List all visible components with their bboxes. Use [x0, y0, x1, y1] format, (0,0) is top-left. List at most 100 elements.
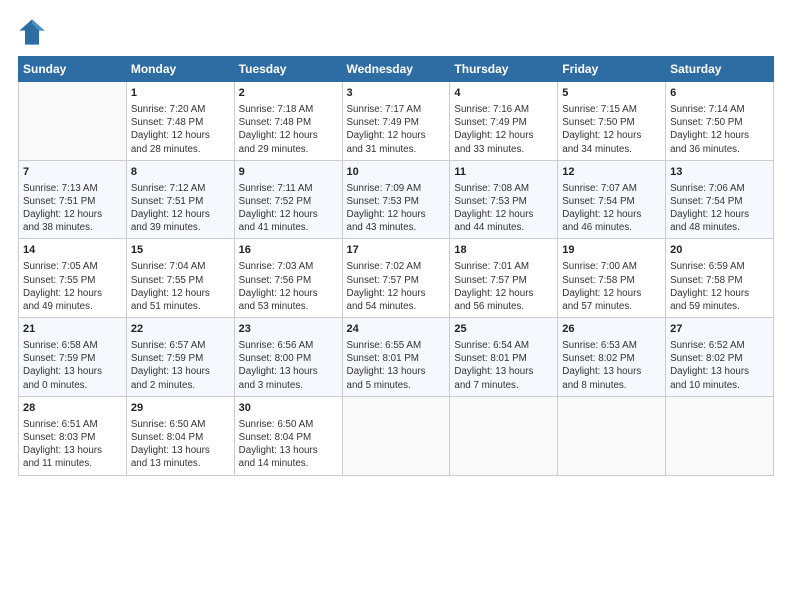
col-header-wednesday: Wednesday	[342, 57, 450, 82]
col-header-thursday: Thursday	[450, 57, 558, 82]
calendar-cell: 15 Sunrise: 7:04 AM Sunset: 7:55 PM Dayli…	[126, 239, 234, 318]
day-info: Sunrise: 7:14 AM Sunset: 7:50 PM Dayligh…	[670, 103, 769, 156]
calendar-cell: 17 Sunrise: 7:02 AM Sunset: 7:57 PM Dayli…	[342, 239, 450, 318]
page-container: SundayMondayTuesdayWednesdayThursdayFrid…	[0, 0, 792, 486]
logo-icon	[18, 18, 46, 46]
day-info: Sunrise: 7:07 AM Sunset: 7:54 PM Dayligh…	[562, 182, 661, 235]
day-number: 10	[347, 165, 446, 180]
day-number: 24	[347, 322, 446, 337]
day-info: Sunrise: 6:59 AM Sunset: 7:58 PM Dayligh…	[670, 260, 769, 313]
day-number: 29	[131, 401, 230, 416]
day-info: Sunrise: 7:02 AM Sunset: 7:57 PM Dayligh…	[347, 260, 446, 313]
calendar-week-5: 28 Sunrise: 6:51 AM Sunset: 8:03 PM Dayli…	[19, 396, 774, 475]
day-number: 20	[670, 243, 769, 258]
day-info: Sunrise: 7:12 AM Sunset: 7:51 PM Dayligh…	[131, 182, 230, 235]
calendar-cell: 23 Sunrise: 6:56 AM Sunset: 8:00 PM Dayli…	[234, 318, 342, 397]
day-number: 17	[347, 243, 446, 258]
day-info: Sunrise: 7:18 AM Sunset: 7:48 PM Dayligh…	[239, 103, 338, 156]
day-info: Sunrise: 7:03 AM Sunset: 7:56 PM Dayligh…	[239, 260, 338, 313]
day-number: 9	[239, 165, 338, 180]
calendar-cell	[558, 396, 666, 475]
day-number: 7	[23, 165, 122, 180]
day-info: Sunrise: 6:56 AM Sunset: 8:00 PM Dayligh…	[239, 339, 338, 392]
day-number: 2	[239, 86, 338, 101]
day-number: 11	[454, 165, 553, 180]
logo	[18, 18, 50, 46]
calendar-cell: 4 Sunrise: 7:16 AM Sunset: 7:49 PM Daylig…	[450, 82, 558, 161]
col-header-monday: Monday	[126, 57, 234, 82]
calendar-cell: 29 Sunrise: 6:50 AM Sunset: 8:04 PM Dayli…	[126, 396, 234, 475]
day-number: 14	[23, 243, 122, 258]
day-info: Sunrise: 7:16 AM Sunset: 7:49 PM Dayligh…	[454, 103, 553, 156]
day-info: Sunrise: 7:01 AM Sunset: 7:57 PM Dayligh…	[454, 260, 553, 313]
day-number: 1	[131, 86, 230, 101]
calendar-cell: 28 Sunrise: 6:51 AM Sunset: 8:03 PM Dayli…	[19, 396, 127, 475]
calendar-cell: 19 Sunrise: 7:00 AM Sunset: 7:58 PM Dayli…	[558, 239, 666, 318]
calendar-cell: 5Sunrise: 7:15 AM Sunset: 7:50 PM Daylig…	[558, 82, 666, 161]
day-info: Sunrise: 6:53 AM Sunset: 8:02 PM Dayligh…	[562, 339, 661, 392]
calendar-cell: 30 Sunrise: 6:50 AM Sunset: 8:04 PM Dayli…	[234, 396, 342, 475]
calendar-cell: 25Sunrise: 6:54 AM Sunset: 8:01 PM Dayli…	[450, 318, 558, 397]
day-number: 19	[562, 243, 661, 258]
calendar-cell: 12Sunrise: 7:07 AM Sunset: 7:54 PM Dayli…	[558, 160, 666, 239]
calendar-cell: 1 Sunrise: 7:20 AM Sunset: 7:48 PM Daylig…	[126, 82, 234, 161]
day-number: 21	[23, 322, 122, 337]
day-info: Sunrise: 6:58 AM Sunset: 7:59 PM Dayligh…	[23, 339, 122, 392]
day-info: Sunrise: 7:08 AM Sunset: 7:53 PM Dayligh…	[454, 182, 553, 235]
calendar-cell: 14 Sunrise: 7:05 AM Sunset: 7:55 PM Dayli…	[19, 239, 127, 318]
calendar-cell	[666, 396, 774, 475]
calendar-cell: 13Sunrise: 7:06 AM Sunset: 7:54 PM Dayli…	[666, 160, 774, 239]
calendar-cell: 18 Sunrise: 7:01 AM Sunset: 7:57 PM Dayli…	[450, 239, 558, 318]
calendar-table: SundayMondayTuesdayWednesdayThursdayFrid…	[18, 56, 774, 476]
day-info: Sunrise: 6:57 AM Sunset: 7:59 PM Dayligh…	[131, 339, 230, 392]
day-info: Sunrise: 7:00 AM Sunset: 7:58 PM Dayligh…	[562, 260, 661, 313]
col-header-tuesday: Tuesday	[234, 57, 342, 82]
calendar-cell: 26 Sunrise: 6:53 AM Sunset: 8:02 PM Dayli…	[558, 318, 666, 397]
calendar-week-2: 7 Sunrise: 7:13 AM Sunset: 7:51 PM Daylig…	[19, 160, 774, 239]
day-info: Sunrise: 7:04 AM Sunset: 7:55 PM Dayligh…	[131, 260, 230, 313]
day-number: 27	[670, 322, 769, 337]
calendar-cell	[342, 396, 450, 475]
day-info: Sunrise: 6:50 AM Sunset: 8:04 PM Dayligh…	[239, 418, 338, 471]
day-info: Sunrise: 6:52 AM Sunset: 8:02 PM Dayligh…	[670, 339, 769, 392]
col-header-sunday: Sunday	[19, 57, 127, 82]
day-number: 18	[454, 243, 553, 258]
calendar-cell: 20 Sunrise: 6:59 AM Sunset: 7:58 PM Dayli…	[666, 239, 774, 318]
day-number: 16	[239, 243, 338, 258]
day-number: 28	[23, 401, 122, 416]
day-info: Sunrise: 7:09 AM Sunset: 7:53 PM Dayligh…	[347, 182, 446, 235]
day-info: Sunrise: 7:13 AM Sunset: 7:51 PM Dayligh…	[23, 182, 122, 235]
calendar-week-1: 1 Sunrise: 7:20 AM Sunset: 7:48 PM Daylig…	[19, 82, 774, 161]
day-info: Sunrise: 7:06 AM Sunset: 7:54 PM Dayligh…	[670, 182, 769, 235]
day-number: 30	[239, 401, 338, 416]
calendar-cell: 10 Sunrise: 7:09 AM Sunset: 7:53 PM Dayli…	[342, 160, 450, 239]
day-info: Sunrise: 7:17 AM Sunset: 7:49 PM Dayligh…	[347, 103, 446, 156]
calendar-header-row: SundayMondayTuesdayWednesdayThursdayFrid…	[19, 57, 774, 82]
calendar-cell: 9Sunrise: 7:11 AM Sunset: 7:52 PM Daylig…	[234, 160, 342, 239]
calendar-cell: 8Sunrise: 7:12 AM Sunset: 7:51 PM Daylig…	[126, 160, 234, 239]
day-number: 4	[454, 86, 553, 101]
col-header-saturday: Saturday	[666, 57, 774, 82]
day-number: 26	[562, 322, 661, 337]
calendar-cell: 16 Sunrise: 7:03 AM Sunset: 7:56 PM Dayli…	[234, 239, 342, 318]
day-info: Sunrise: 7:20 AM Sunset: 7:48 PM Dayligh…	[131, 103, 230, 156]
day-info: Sunrise: 7:05 AM Sunset: 7:55 PM Dayligh…	[23, 260, 122, 313]
day-info: Sunrise: 6:50 AM Sunset: 8:04 PM Dayligh…	[131, 418, 230, 471]
day-number: 3	[347, 86, 446, 101]
day-number: 23	[239, 322, 338, 337]
col-header-friday: Friday	[558, 57, 666, 82]
header	[18, 18, 774, 46]
day-number: 15	[131, 243, 230, 258]
day-info: Sunrise: 6:54 AM Sunset: 8:01 PM Dayligh…	[454, 339, 553, 392]
calendar-cell	[450, 396, 558, 475]
calendar-cell: 11 Sunrise: 7:08 AM Sunset: 7:53 PM Dayli…	[450, 160, 558, 239]
calendar-cell: 7 Sunrise: 7:13 AM Sunset: 7:51 PM Daylig…	[19, 160, 127, 239]
day-info: Sunrise: 6:51 AM Sunset: 8:03 PM Dayligh…	[23, 418, 122, 471]
day-number: 5	[562, 86, 661, 101]
calendar-cell: 21 Sunrise: 6:58 AM Sunset: 7:59 PM Dayli…	[19, 318, 127, 397]
calendar-week-3: 14 Sunrise: 7:05 AM Sunset: 7:55 PM Dayli…	[19, 239, 774, 318]
calendar-cell: 2 Sunrise: 7:18 AM Sunset: 7:48 PM Daylig…	[234, 82, 342, 161]
calendar-cell: 27 Sunrise: 6:52 AM Sunset: 8:02 PM Dayli…	[666, 318, 774, 397]
calendar-cell: 22Sunrise: 6:57 AM Sunset: 7:59 PM Dayli…	[126, 318, 234, 397]
calendar-cell: 24Sunrise: 6:55 AM Sunset: 8:01 PM Dayli…	[342, 318, 450, 397]
